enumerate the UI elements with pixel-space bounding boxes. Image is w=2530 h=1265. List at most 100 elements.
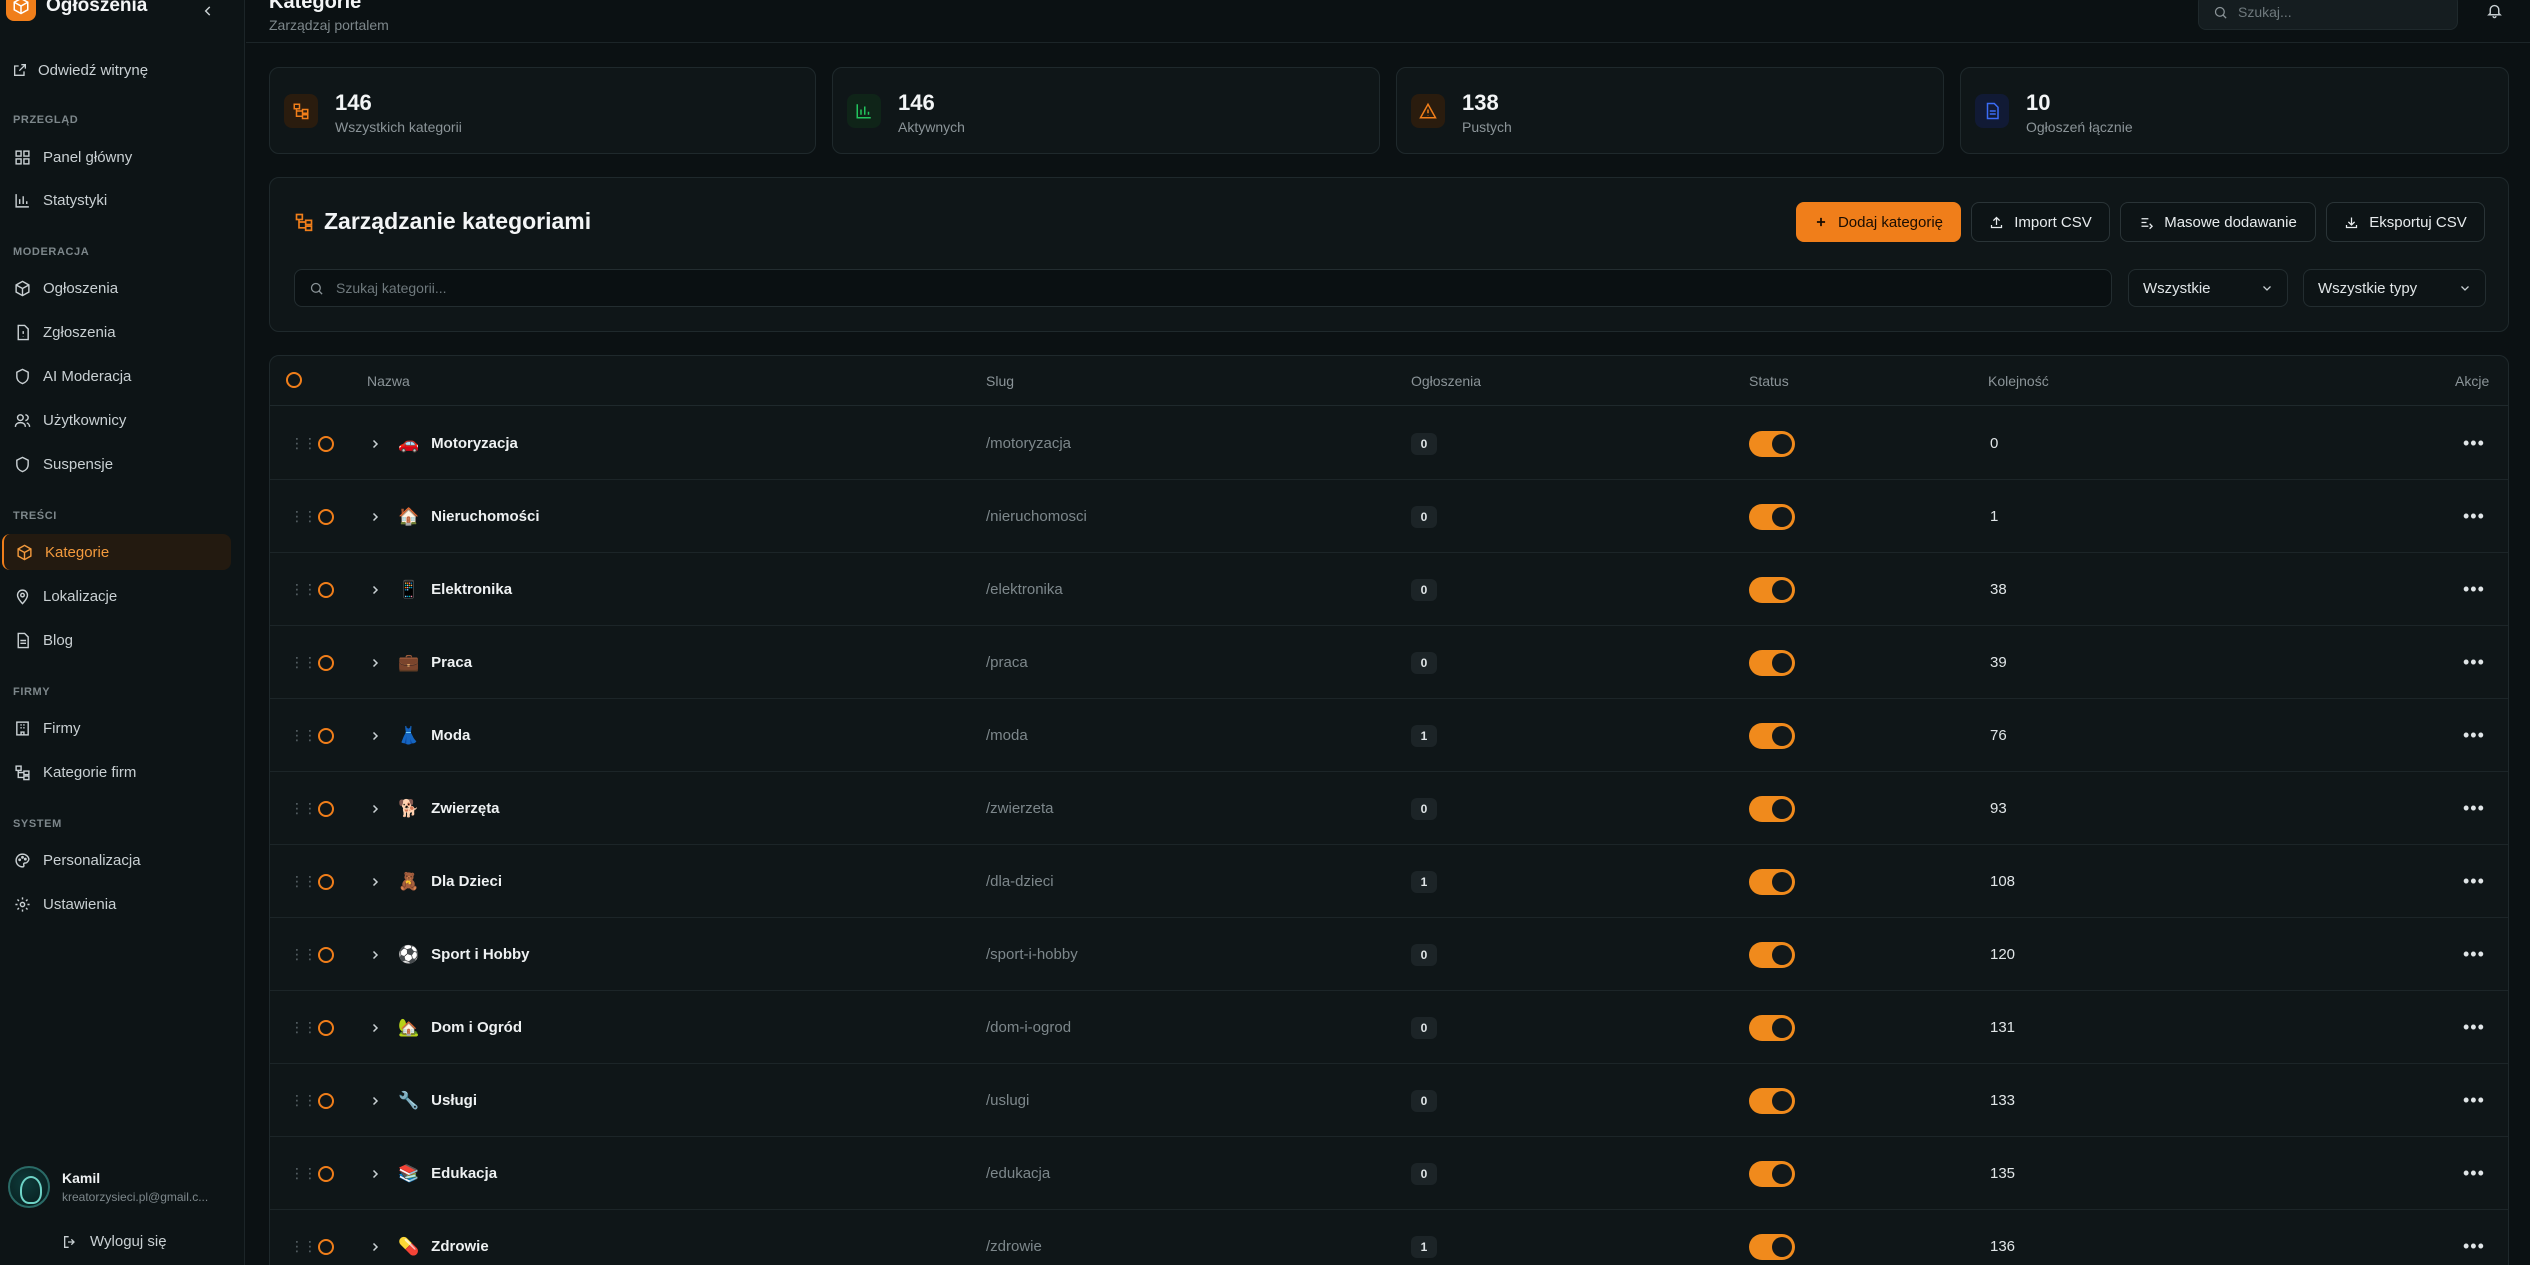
- drag-handle[interactable]: ⋮⋮: [290, 918, 317, 991]
- drag-handle[interactable]: ⋮⋮: [290, 480, 317, 553]
- expand-button[interactable]: [369, 918, 381, 991]
- category-name-cell[interactable]: 📚 Edukacja: [398, 1137, 497, 1210]
- sidebar-item-ai-moderation[interactable]: AI Moderacja: [2, 358, 231, 394]
- row-checkbox[interactable]: [318, 699, 334, 772]
- user-profile[interactable]: Kamil kreatorzysieci.pl@gmail.c...: [8, 1166, 208, 1208]
- category-name-cell[interactable]: ⚽ Sport i Hobby: [398, 918, 530, 991]
- sidebar-item-personalization[interactable]: Personalizacja: [2, 842, 231, 878]
- status-toggle[interactable]: [1749, 1087, 1795, 1114]
- table-row[interactable]: ⋮⋮ 🧸 Dla Dzieci/dla-dzieci 1 108 •••: [270, 845, 2508, 918]
- more-actions-button[interactable]: •••: [2463, 506, 2485, 527]
- category-name-cell[interactable]: 📱 Elektronika: [398, 553, 512, 626]
- expand-button[interactable]: [369, 699, 381, 772]
- import-csv-button[interactable]: Import CSV: [1971, 202, 2110, 242]
- more-actions-button[interactable]: •••: [2463, 1090, 2485, 1111]
- column-ads[interactable]: Ogłoszenia: [1411, 373, 1481, 389]
- expand-button[interactable]: [369, 626, 381, 699]
- table-row[interactable]: ⋮⋮ 🐕 Zwierzęta/zwierzeta 0 93 •••: [270, 772, 2508, 845]
- category-name-cell[interactable]: 🔧 Usługi: [398, 1064, 477, 1137]
- more-actions-button[interactable]: •••: [2463, 1017, 2485, 1038]
- select-all-checkbox[interactable]: [286, 372, 302, 388]
- column-order[interactable]: Kolejność: [1988, 373, 2049, 389]
- status-toggle[interactable]: [1749, 795, 1795, 822]
- drag-handle[interactable]: ⋮⋮: [290, 699, 317, 772]
- row-checkbox[interactable]: [318, 407, 334, 480]
- status-toggle[interactable]: [1749, 649, 1795, 676]
- sidebar-item-dashboard[interactable]: Panel główny: [2, 139, 231, 175]
- category-name-cell[interactable]: 👗 Moda: [398, 699, 470, 772]
- expand-button[interactable]: [369, 407, 381, 480]
- sidebar-item-statistics[interactable]: Statystyki: [2, 182, 231, 218]
- notifications-button[interactable]: [2486, 2, 2503, 24]
- global-search-input[interactable]: Szukaj...: [2198, 0, 2458, 30]
- more-actions-button[interactable]: •••: [2463, 798, 2485, 819]
- drag-handle[interactable]: ⋮⋮: [290, 991, 317, 1064]
- bulk-add-button[interactable]: Masowe dodawanie: [2120, 202, 2316, 242]
- status-toggle[interactable]: [1749, 722, 1795, 749]
- sidebar-item-companies[interactable]: Firmy: [2, 710, 231, 746]
- expand-button[interactable]: [369, 1210, 381, 1265]
- table-row[interactable]: ⋮⋮ 🔧 Usługi/uslugi 0 133 •••: [270, 1064, 2508, 1137]
- drag-handle[interactable]: ⋮⋮: [290, 553, 317, 626]
- expand-button[interactable]: [369, 845, 381, 918]
- status-toggle[interactable]: [1749, 1233, 1795, 1260]
- row-checkbox[interactable]: [318, 1210, 334, 1265]
- status-toggle[interactable]: [1749, 503, 1795, 530]
- drag-handle[interactable]: ⋮⋮: [290, 1137, 317, 1210]
- logout-button[interactable]: Wyloguj się: [62, 1233, 167, 1250]
- row-checkbox[interactable]: [318, 1064, 334, 1137]
- sidebar-item-ads[interactable]: Ogłoszenia: [2, 270, 231, 306]
- table-row[interactable]: ⋮⋮ 🏡 Dom i Ogród/dom-i-ogrod 0 131 •••: [270, 991, 2508, 1064]
- column-name[interactable]: Nazwa: [367, 373, 410, 389]
- column-slug[interactable]: Slug: [986, 373, 1014, 389]
- table-row[interactable]: ⋮⋮ 💊 Zdrowie/zdrowie 1 136 •••: [270, 1210, 2508, 1265]
- drag-handle[interactable]: ⋮⋮: [290, 1210, 317, 1265]
- category-name-cell[interactable]: 🐕 Zwierzęta: [398, 772, 500, 845]
- expand-button[interactable]: [369, 991, 381, 1064]
- category-name-cell[interactable]: 💊 Zdrowie: [398, 1210, 489, 1265]
- category-name-cell[interactable]: 🧸 Dla Dzieci: [398, 845, 502, 918]
- more-actions-button[interactable]: •••: [2463, 871, 2485, 892]
- collapse-sidebar-button[interactable]: [200, 0, 216, 22]
- table-row[interactable]: ⋮⋮ 💼 Praca/praca 0 39 •••: [270, 626, 2508, 699]
- row-checkbox[interactable]: [318, 1137, 334, 1210]
- table-row[interactable]: ⋮⋮ 📱 Elektronika/elektronika 0 38 •••: [270, 553, 2508, 626]
- sidebar-item-suspensions[interactable]: Suspensje: [2, 446, 231, 482]
- sidebar-item-categories[interactable]: Kategorie: [2, 534, 231, 570]
- status-filter-select[interactable]: Wszystkie: [2128, 269, 2288, 307]
- row-checkbox[interactable]: [318, 553, 334, 626]
- drag-handle[interactable]: ⋮⋮: [290, 1064, 317, 1137]
- category-name-cell[interactable]: 💼 Praca: [398, 626, 472, 699]
- type-filter-select[interactable]: Wszystkie typy: [2303, 269, 2486, 307]
- export-csv-button[interactable]: Eksportuj CSV: [2326, 202, 2485, 242]
- sidebar-item-users[interactable]: Użytkownicy: [2, 402, 231, 438]
- expand-button[interactable]: [369, 772, 381, 845]
- more-actions-button[interactable]: •••: [2463, 652, 2485, 673]
- drag-handle[interactable]: ⋮⋮: [290, 772, 317, 845]
- sidebar-item-reports[interactable]: Zgłoszenia: [2, 314, 231, 350]
- drag-handle[interactable]: ⋮⋮: [290, 845, 317, 918]
- column-status[interactable]: Status: [1749, 373, 1789, 389]
- status-toggle[interactable]: [1749, 868, 1795, 895]
- category-name-cell[interactable]: 🏠 Nieruchomości: [398, 480, 540, 553]
- expand-button[interactable]: [369, 1064, 381, 1137]
- status-toggle[interactable]: [1749, 430, 1795, 457]
- expand-button[interactable]: [369, 553, 381, 626]
- add-category-button[interactable]: Dodaj kategorię: [1796, 202, 1961, 242]
- category-search-input[interactable]: Szukaj kategorii...: [294, 269, 2112, 307]
- table-row[interactable]: ⋮⋮ ⚽ Sport i Hobby/sport-i-hobby 0 120 •••: [270, 918, 2508, 991]
- table-row[interactable]: ⋮⋮ 🏠 Nieruchomości/nieruchomosci 0 1 •••: [270, 480, 2508, 553]
- row-checkbox[interactable]: [318, 918, 334, 991]
- more-actions-button[interactable]: •••: [2463, 579, 2485, 600]
- table-row[interactable]: ⋮⋮ 📚 Edukacja/edukacja 0 135 •••: [270, 1137, 2508, 1210]
- more-actions-button[interactable]: •••: [2463, 1163, 2485, 1184]
- more-actions-button[interactable]: •••: [2463, 1236, 2485, 1257]
- status-toggle[interactable]: [1749, 941, 1795, 968]
- row-checkbox[interactable]: [318, 772, 334, 845]
- table-row[interactable]: ⋮⋮ 👗 Moda/moda 1 76 •••: [270, 699, 2508, 772]
- brand[interactable]: Ogłoszenia: [6, 0, 147, 24]
- drag-handle[interactable]: ⋮⋮: [290, 626, 317, 699]
- row-checkbox[interactable]: [318, 991, 334, 1064]
- sidebar-item-blog[interactable]: Blog: [2, 622, 231, 658]
- more-actions-button[interactable]: •••: [2463, 433, 2485, 454]
